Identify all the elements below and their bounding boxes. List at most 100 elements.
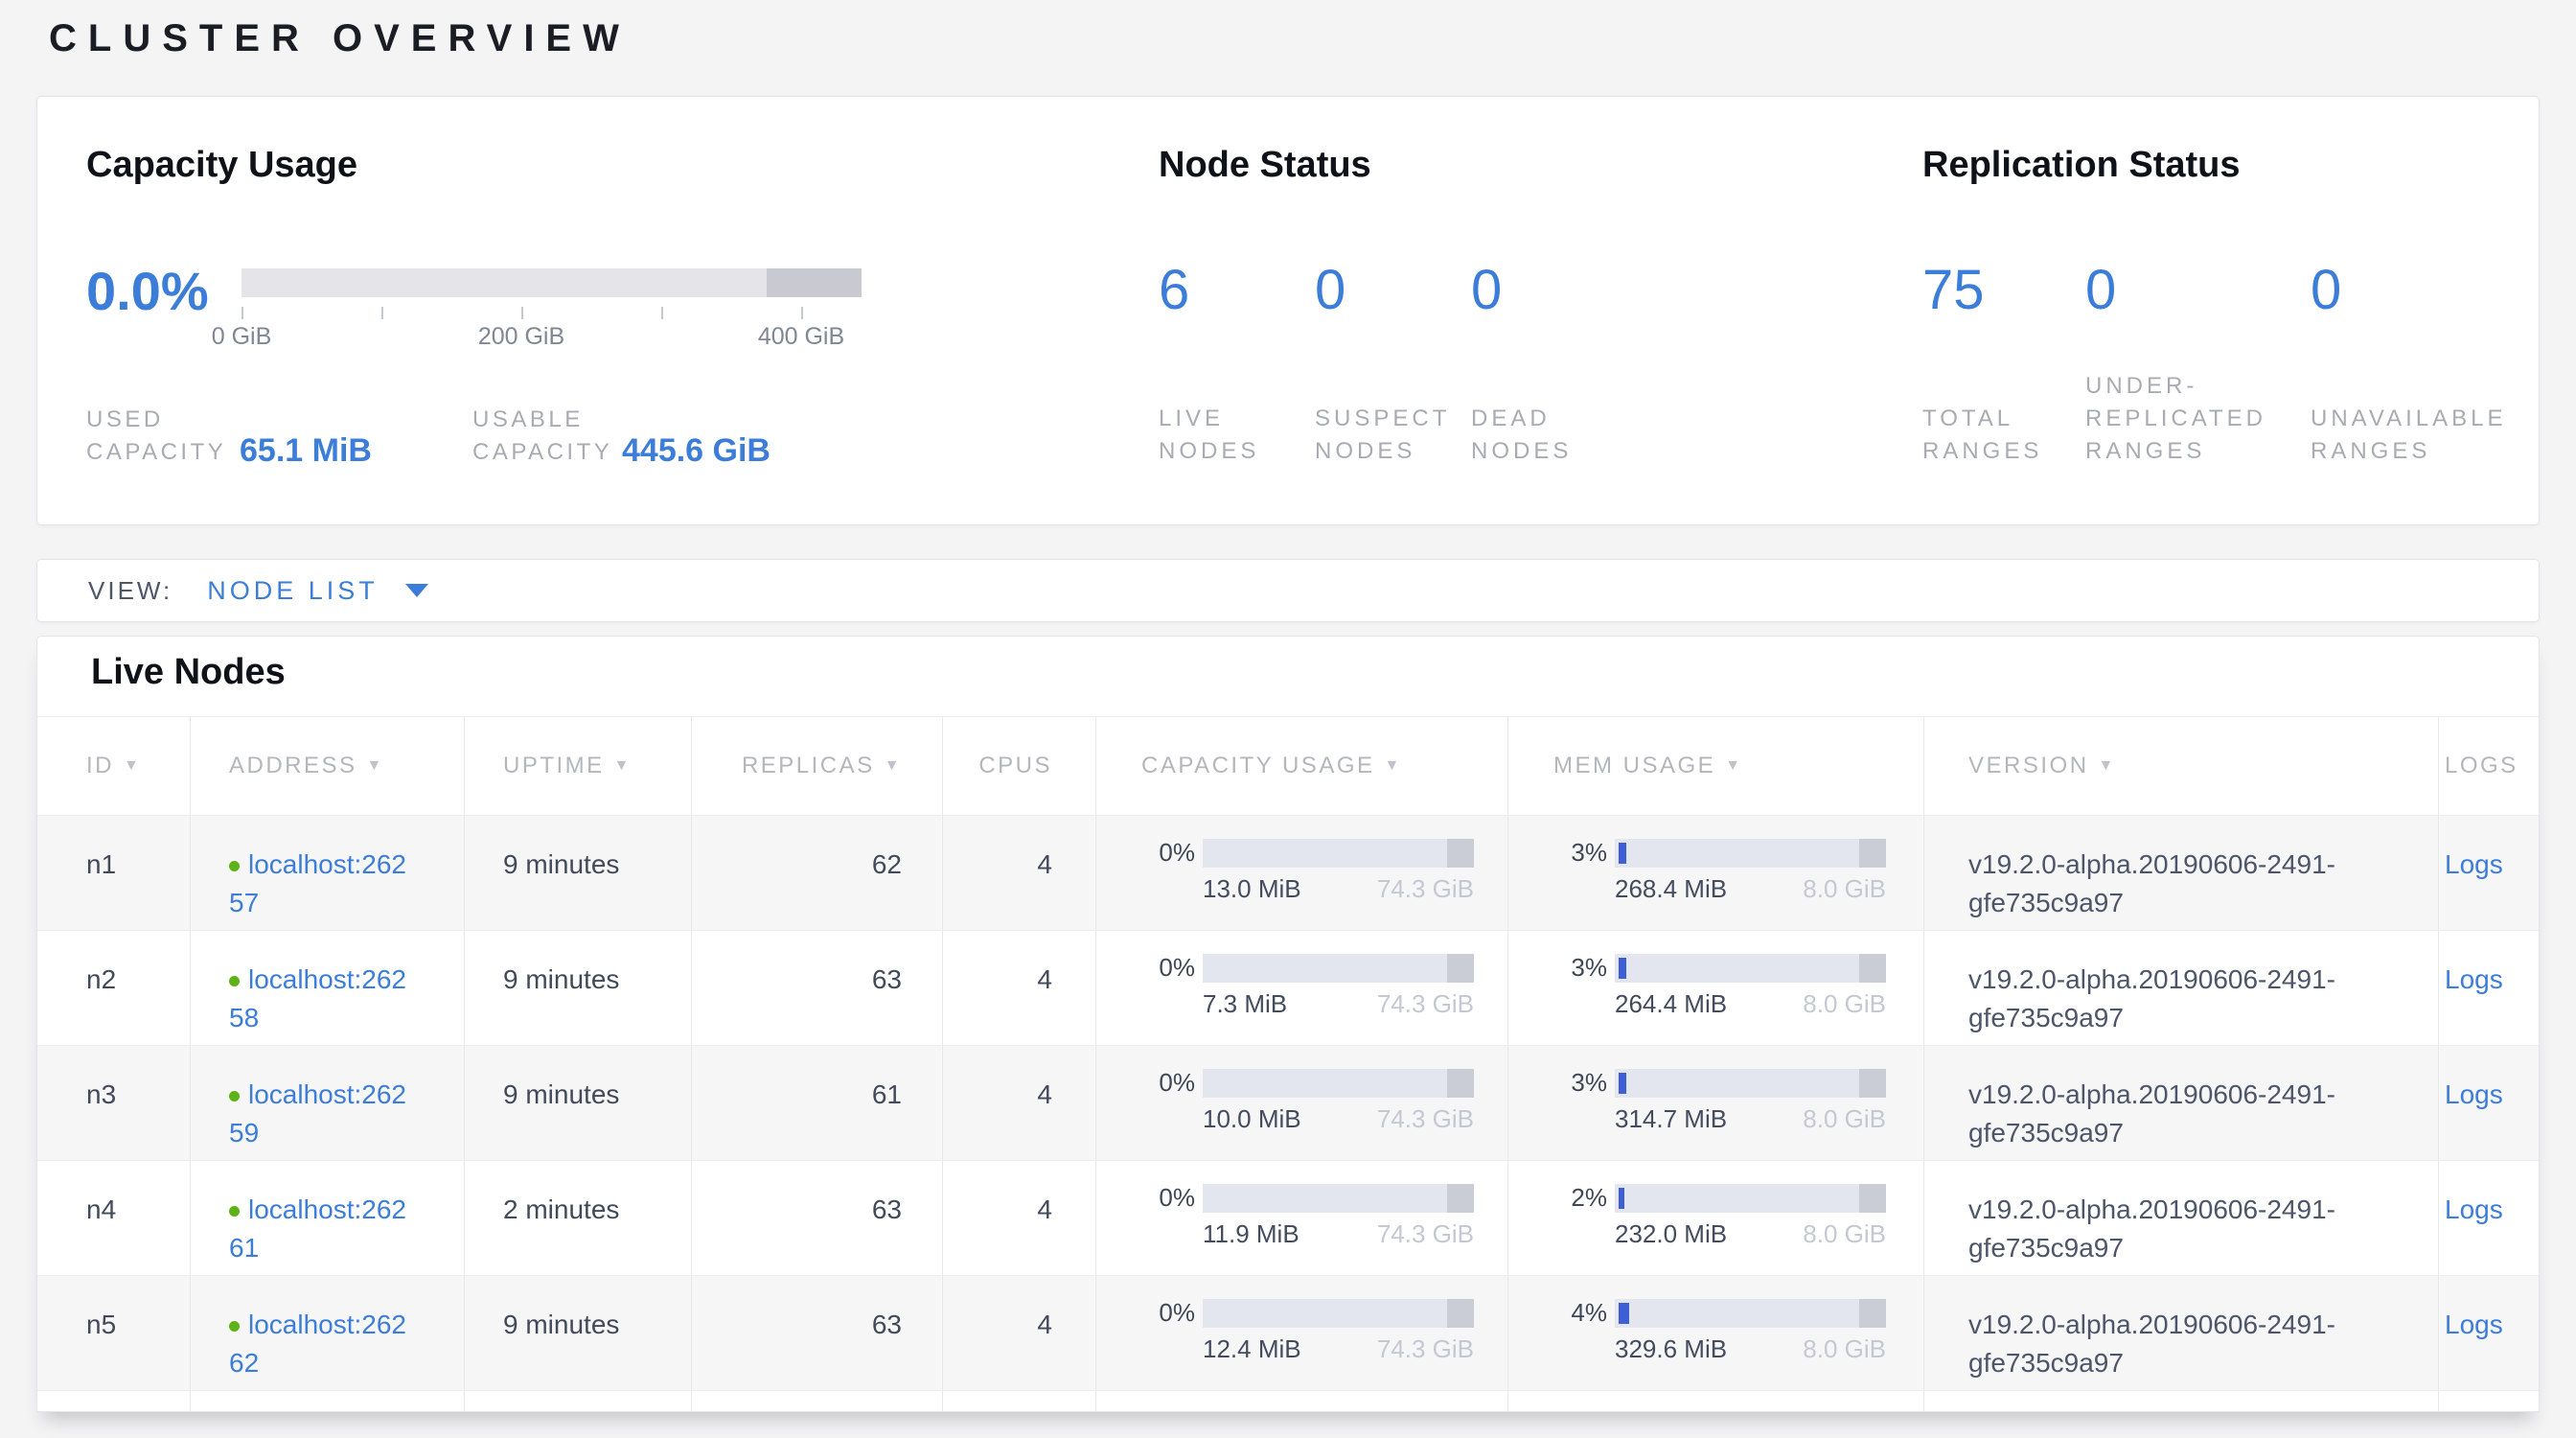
partial-row-cell — [691, 1390, 942, 1412]
bar-capacity-cap — [1859, 1069, 1886, 1098]
axis-tick-label: 200 GiB — [478, 323, 564, 351]
bar-percent-label: 3% — [1553, 1068, 1607, 1098]
logs-cell: Logs — [2438, 1045, 2540, 1160]
capacity-used-percent: 0.0% — [86, 260, 209, 322]
logs-cell: Logs — [2438, 815, 2540, 930]
bar-capacity-cap — [1859, 1184, 1886, 1213]
replicas-cell: 63 — [691, 1160, 942, 1275]
version-cell: v19.2.0-alpha.20190606-2491-gfe735c9a97 — [1923, 1275, 2438, 1390]
col-header-mem-usage[interactable]: MEM USAGE▼ — [1507, 716, 1923, 815]
metric-live-nodes: 6LIVENODES — [1159, 258, 1189, 468]
bar-used-value: 13.0 MiB — [1203, 874, 1301, 904]
bar-total-value: 74.3 GiB — [1377, 1334, 1474, 1364]
sort-arrow-icon: ▼ — [1385, 757, 1402, 775]
uptime-cell: 9 minutes — [464, 1045, 691, 1160]
node-status-title: Node Status — [1159, 145, 1371, 186]
version-cell: v19.2.0-alpha.20190606-2491-gfe735c9a97 — [1923, 930, 2438, 1045]
mem-usage-bar — [1615, 1184, 1886, 1213]
col-header-replicas[interactable]: REPLICAS▼ — [691, 716, 942, 815]
bar-percent-label: 0% — [1141, 1068, 1195, 1098]
col-header-capacity-usage[interactable]: CAPACITY USAGE▼ — [1095, 716, 1507, 815]
partial-row-cell — [1095, 1390, 1507, 1412]
replication-status-title: Replication Status — [1922, 145, 2241, 186]
partial-row-cell — [464, 1390, 691, 1412]
logs-link[interactable]: Logs — [2445, 1194, 2503, 1224]
logs-link[interactable]: Logs — [2445, 1310, 2503, 1339]
metric-label-line: RANGES — [2311, 435, 2507, 468]
logs-cell: Logs — [2438, 1160, 2540, 1275]
col-header-logs: LOGS — [2438, 716, 2540, 815]
summary-panel: Capacity Usage 0.0% 0 GiB200 GiB400 GiB … — [36, 96, 2540, 525]
bar-fill — [1619, 1188, 1624, 1209]
bar-fill — [1619, 1303, 1629, 1324]
bar-capacity-cap — [1859, 954, 1886, 983]
metric-under-replicated-ranges: 0UNDER-REPLICATEDRANGES — [2085, 258, 2116, 468]
bar-capacity-cap — [1859, 1299, 1886, 1328]
bar-total-value: 8.0 GiB — [1803, 1104, 1886, 1134]
bar-used-value: 232.0 MiB — [1615, 1219, 1727, 1249]
logs-link[interactable]: Logs — [2445, 849, 2503, 879]
version-cell: v19.2.0-alpha.20190606-2491-gfe735c9a97 — [1923, 1045, 2438, 1160]
col-header-label: CPUS — [978, 753, 1052, 779]
replicas-cell: 63 — [691, 1275, 942, 1390]
replicas-cell: 62 — [691, 815, 942, 930]
axis-tick — [801, 307, 803, 319]
page-title: CLUSTER OVERVIEW — [49, 17, 631, 60]
address-cell: localhost:26261 — [190, 1160, 464, 1275]
live-status-dot-icon — [229, 976, 240, 986]
uptime-cell: 2 minutes — [464, 1160, 691, 1275]
metric-suspect-nodes: 0SUSPECTNODES — [1315, 258, 1346, 468]
capacity-usage-bar — [1203, 1299, 1474, 1328]
metric-label: TOTALRANGES — [1922, 403, 2042, 468]
uptime-cell: 9 minutes — [464, 815, 691, 930]
col-header-id[interactable]: ID▼ — [37, 716, 190, 815]
address-link[interactable]: localhost:26257 — [229, 849, 406, 917]
metric-label-line: RANGES — [1922, 435, 2042, 468]
live-nodes-panel: Live Nodes ID▼ADDRESS▼UPTIME▼REPLICAS▼CP… — [36, 636, 2540, 1412]
col-header-label: ID — [86, 753, 114, 779]
uptime-cell: 9 minutes — [464, 1275, 691, 1390]
view-selected-value: NODE LIST — [207, 576, 379, 606]
view-bar: VIEW: NODE LIST — [36, 559, 2540, 622]
logs-link[interactable]: Logs — [2445, 1079, 2503, 1109]
metric-unavailable-ranges: 0UNAVAILABLERANGES — [2311, 258, 2341, 468]
address-cell: localhost:26257 — [190, 815, 464, 930]
capacity-usage-bar — [1203, 1184, 1474, 1213]
partial-row-cell — [37, 1390, 190, 1412]
metric-label-line: NODES — [1315, 435, 1450, 468]
address-link[interactable]: localhost:26261 — [229, 1194, 406, 1263]
address-link[interactable]: localhost:26258 — [229, 964, 406, 1032]
bar-fill — [1619, 958, 1626, 979]
bar-total-value: 74.3 GiB — [1377, 1104, 1474, 1134]
metric-label-line: LIVE — [1159, 403, 1259, 435]
capacity-usage-bar — [1203, 1069, 1474, 1098]
bar-used-value: 10.0 MiB — [1203, 1104, 1301, 1134]
axis-tick-label: 0 GiB — [212, 323, 272, 351]
col-header-address[interactable]: ADDRESS▼ — [190, 716, 464, 815]
usable-capacity-stat: USABLE CAPACITY 445.6 GiB — [472, 404, 612, 469]
col-header-uptime[interactable]: UPTIME▼ — [464, 716, 691, 815]
live-status-dot-icon — [229, 861, 240, 871]
mem-usage-bar — [1615, 839, 1886, 868]
version-text: v19.2.0-alpha.20190606-2491-gfe735c9a97 — [1968, 1191, 2419, 1267]
col-header-version[interactable]: VERSION▼ — [1923, 716, 2438, 815]
capacity-usage-bar — [1203, 839, 1474, 868]
metric-label-line: TOTAL — [1922, 403, 2042, 435]
address-cell: localhost:26259 — [190, 1045, 464, 1160]
col-header-cpus: CPUS — [942, 716, 1095, 815]
bar-percent-label: 0% — [1141, 1183, 1195, 1213]
live-nodes-title: Live Nodes — [37, 637, 2539, 716]
mem-usage-cell: 3%268.4 MiB8.0 GiB — [1507, 815, 1923, 930]
address-link[interactable]: localhost:26262 — [229, 1310, 406, 1378]
view-selector-dropdown[interactable]: NODE LIST — [207, 576, 428, 606]
address-link[interactable]: localhost:26259 — [229, 1079, 406, 1148]
address-cell: localhost:26262 — [190, 1275, 464, 1390]
bar-total-value: 8.0 GiB — [1803, 874, 1886, 904]
bar-used-value: 11.9 MiB — [1203, 1219, 1300, 1249]
logs-link[interactable]: Logs — [2445, 964, 2503, 994]
cpus-cell: 4 — [942, 1160, 1095, 1275]
view-label: VIEW: — [88, 576, 172, 606]
cpus-cell: 4 — [942, 1045, 1095, 1160]
mem-usage-bar — [1615, 1069, 1886, 1098]
logs-cell: Logs — [2438, 930, 2540, 1045]
